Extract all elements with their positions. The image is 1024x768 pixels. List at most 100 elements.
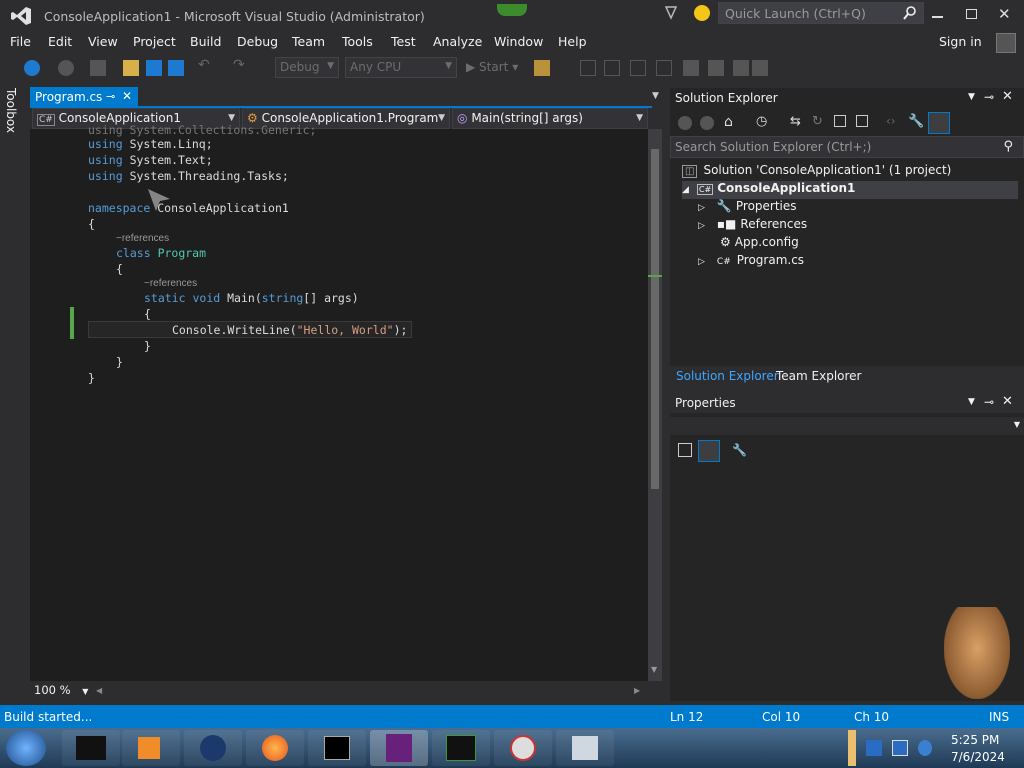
clock-time[interactable]: 5:25 PM <box>951 733 999 747</box>
tree-item-references[interactable]: ▷ ▪■ References <box>698 217 807 235</box>
codelens-references[interactable]: −references <box>144 278 197 289</box>
show-all-files-icon[interactable] <box>856 115 868 127</box>
property-pages-icon[interactable]: 🔧 <box>732 443 747 457</box>
pending-changes-icon[interactable]: ◷ <box>756 114 767 129</box>
tray-display-icon[interactable] <box>892 740 908 756</box>
outdent-icon[interactable] <box>656 60 672 76</box>
scroll-right-icon[interactable]: ▶ <box>634 686 640 695</box>
tree-solution[interactable]: ◫ Solution 'ConsoleApplication1' (1 proje… <box>682 163 951 181</box>
bookmark-icon[interactable] <box>733 60 749 76</box>
taskbar-app-viewer[interactable] <box>556 730 614 766</box>
taskbar-app-firefox[interactable] <box>246 730 304 766</box>
refresh-icon[interactable]: ↻ <box>812 114 823 129</box>
navigate-forward-icon[interactable] <box>58 60 74 76</box>
taskbar-app-tool[interactable] <box>494 730 552 766</box>
object-selector-dropdown[interactable]: ▼ <box>670 417 1024 435</box>
menu-view[interactable]: View <box>88 34 118 49</box>
view-code-icon[interactable]: ‹› <box>886 114 896 128</box>
back-icon[interactable] <box>678 116 692 130</box>
scroll-thumb[interactable] <box>651 149 659 489</box>
scroll-down-icon[interactable]: ▼ <box>651 665 657 674</box>
start-button[interactable]: ▶ Start ▾ <box>466 60 518 74</box>
collapse-all-icon[interactable] <box>834 115 846 127</box>
alphabetical-icon[interactable] <box>698 440 720 462</box>
solution-platform-dropdown[interactable]: Any CPU ▼ <box>345 57 457 78</box>
tab-overflow-icon[interactable]: ▼ <box>652 91 659 101</box>
tab-program-cs[interactable]: Program.cs ⊸ ✕ <box>30 87 138 108</box>
collapsed-arrow-icon[interactable]: ▷ <box>698 203 705 213</box>
menu-file[interactable]: File <box>10 34 31 49</box>
redo-icon[interactable]: ↷ <box>233 57 249 73</box>
tree-item-properties[interactable]: ▷ 🔧 Properties <box>698 199 797 217</box>
taskbar-app-console[interactable] <box>308 730 366 766</box>
indent-icon[interactable] <box>630 60 646 76</box>
account-avatar[interactable] <box>996 33 1016 53</box>
code-editor[interactable]: using System.Collections.Generic; using … <box>30 123 648 681</box>
preview-selected-icon[interactable] <box>928 112 950 134</box>
notification-flag-icon[interactable] <box>664 6 678 20</box>
solution-search-input[interactable]: Search Solution Explorer (Ctrl+;) ⚲ <box>670 136 1024 158</box>
sign-in-link[interactable]: Sign in <box>939 34 982 49</box>
zoom-dropdown[interactable]: 100 % ▼ <box>34 683 88 697</box>
categorized-icon[interactable] <box>678 443 692 457</box>
pin-icon[interactable]: ⊸ <box>984 90 994 104</box>
find-in-files-icon[interactable] <box>534 60 550 76</box>
tray-app-icon[interactable] <box>866 740 882 756</box>
sync-icon[interactable]: ⇆ <box>790 114 801 129</box>
save-icon[interactable] <box>146 60 162 76</box>
menu-tools[interactable]: Tools <box>342 34 373 49</box>
restore-button[interactable] <box>966 9 977 19</box>
home-icon[interactable]: ⌂ <box>724 114 733 130</box>
close-window-button[interactable]: ✕ <box>998 5 1011 23</box>
tree-item-program-cs[interactable]: ▷ C# Program.cs <box>698 253 804 271</box>
collapsed-arrow-icon[interactable]: ▷ <box>698 221 705 231</box>
tab-solution-explorer[interactable]: Solution Explorer <box>676 369 779 383</box>
undo-icon[interactable]: ↶ <box>198 57 214 73</box>
taskbar-app-media-player[interactable] <box>122 730 180 766</box>
expanded-arrow-icon[interactable]: ◢ <box>682 185 689 195</box>
close-panel-icon[interactable]: ✕ <box>1002 89 1013 104</box>
minimize-button[interactable] <box>932 16 943 18</box>
uncomment-icon[interactable] <box>708 60 724 76</box>
properties-wrench-icon[interactable]: 🔧 <box>908 114 924 129</box>
tree-item-app-config[interactable]: ⚙ App.config <box>720 235 799 253</box>
menu-analyze[interactable]: Analyze <box>433 34 482 49</box>
close-panel-icon[interactable]: ✕ <box>1002 394 1013 409</box>
next-bookmark-icon[interactable] <box>752 60 768 76</box>
solution-configuration-dropdown[interactable]: Debug ▼ <box>275 57 339 78</box>
navigate-back-icon[interactable] <box>24 60 40 76</box>
smiley-feedback-icon[interactable] <box>694 5 710 21</box>
start-orb-icon[interactable] <box>6 730 46 766</box>
taskbar-app-task-manager[interactable] <box>432 730 490 766</box>
taskbar-app-terminal[interactable] <box>62 730 120 766</box>
menu-test[interactable]: Test <box>391 34 416 49</box>
clock-date[interactable]: 7/6/2024 <box>951 750 1005 764</box>
taskbar-app-visual-studio[interactable] <box>370 730 428 766</box>
align-center-icon[interactable] <box>604 60 620 76</box>
quick-launch-input[interactable]: Quick Launch (Ctrl+Q) <box>718 2 924 24</box>
menu-build[interactable]: Build <box>190 34 221 49</box>
align-left-icon[interactable] <box>580 60 596 76</box>
tab-team-explorer[interactable]: Team Explorer <box>776 369 862 383</box>
panel-menu-icon[interactable]: ▼ <box>968 92 975 102</box>
feedback-icon[interactable] <box>497 4 527 16</box>
toolbox-tab[interactable]: Toolbox <box>4 88 18 133</box>
menu-help[interactable]: Help <box>558 34 587 49</box>
editor-vertical-scrollbar[interactable]: ▼ <box>648 129 662 681</box>
collapsed-arrow-icon[interactable]: ▷ <box>698 257 705 267</box>
menu-team[interactable]: Team <box>292 34 325 49</box>
new-project-icon[interactable] <box>90 60 106 76</box>
menu-window[interactable]: Window <box>494 34 543 49</box>
codelens-references[interactable]: −references <box>116 233 169 244</box>
pin-icon[interactable]: ⊸ <box>984 395 994 409</box>
menu-project[interactable]: Project <box>133 34 176 49</box>
show-hidden-icons[interactable] <box>848 730 856 766</box>
menu-debug[interactable]: Debug <box>237 34 278 49</box>
pin-icon[interactable]: ⊸ <box>106 90 115 103</box>
tree-project[interactable]: ◢ C# ConsoleApplication1 <box>682 181 1018 199</box>
comment-icon[interactable] <box>683 60 699 76</box>
scroll-left-icon[interactable]: ◀ <box>96 686 102 695</box>
member-dropdown[interactable]: ◎ Main(string[] args) ▼ <box>452 108 648 129</box>
save-all-icon[interactable] <box>168 60 184 76</box>
forward-icon[interactable] <box>700 116 714 130</box>
